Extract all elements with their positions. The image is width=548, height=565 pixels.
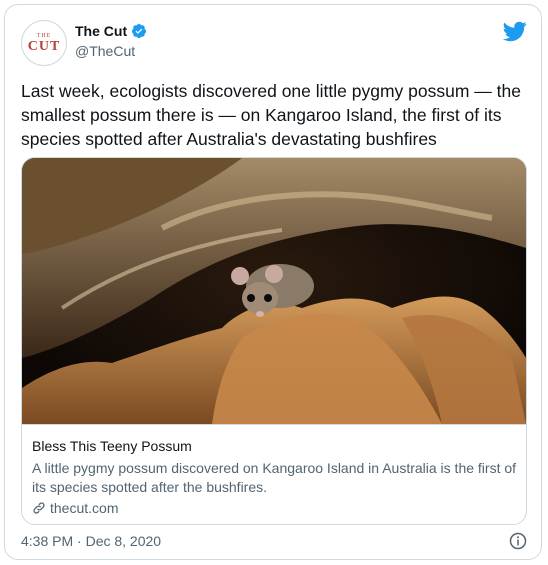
twitter-bird-icon[interactable]: [503, 19, 527, 43]
account-handle[interactable]: @TheCut: [75, 43, 135, 59]
possum-photo[interactable]: [22, 158, 526, 424]
card-title[interactable]: Bless This Teeny Possum: [32, 438, 192, 454]
card-domain-row[interactable]: thecut.com: [32, 500, 118, 516]
tweet-card[interactable]: THE CUT The Cut @TheCut Last week, ecolo…: [4, 4, 542, 560]
info-icon[interactable]: [509, 532, 527, 550]
card-description: A little pygmy possum discovered on Kang…: [32, 460, 517, 495]
avatar-bottom-text: CUT: [27, 38, 61, 54]
link-preview-card[interactable]: Bless This Teeny Possum A little pygmy p…: [21, 157, 527, 525]
card-meta[interactable]: Bless This Teeny Possum A little pygmy p…: [22, 424, 526, 524]
card-domain[interactable]: thecut.com: [50, 500, 118, 516]
account-name-row[interactable]: The Cut: [75, 23, 147, 39]
account-name[interactable]: The Cut: [75, 23, 127, 39]
tweet-timestamp[interactable]: 4:38 PM · Dec 8, 2020: [21, 533, 161, 549]
link-icon: [33, 502, 45, 514]
verified-badge-icon: [132, 24, 147, 38]
avatar[interactable]: THE CUT: [21, 20, 67, 66]
tweet-text: Last week, ecologists discovered one lit…: [21, 81, 521, 149]
